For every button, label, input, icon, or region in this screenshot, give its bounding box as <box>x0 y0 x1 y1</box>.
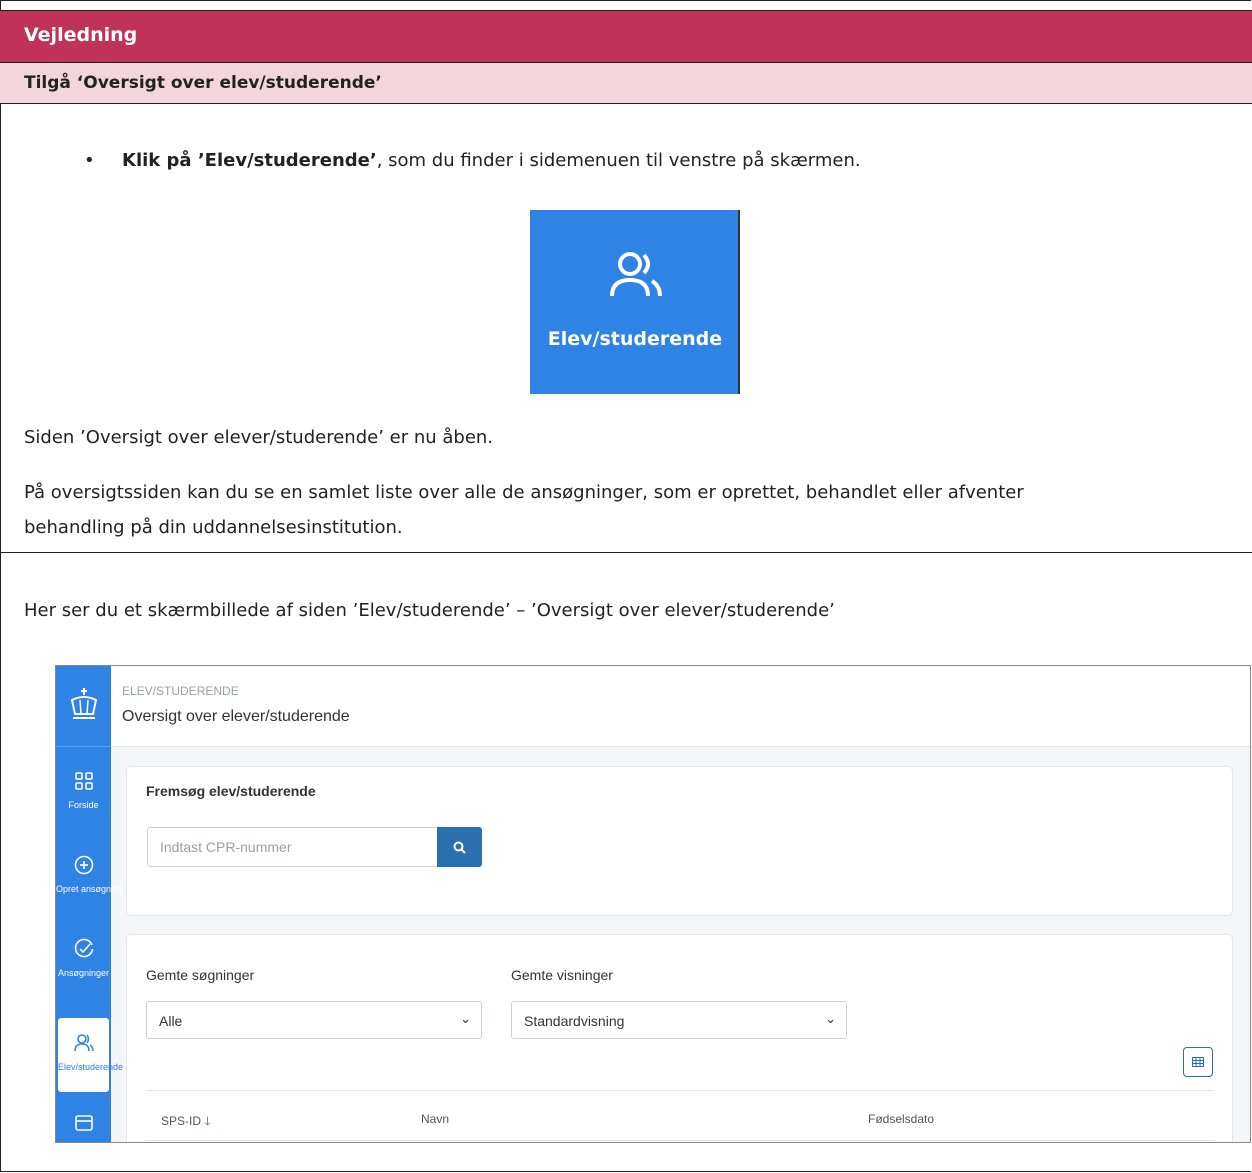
chevron-down-icon: ⌄ <box>460 1011 471 1026</box>
card-icon <box>75 1115 93 1131</box>
elev-studerende-tile: Elev/studerende <box>530 210 740 394</box>
sidebar-item-label: Ansøgninger <box>57 968 110 978</box>
sidebar-logo-area <box>56 666 111 747</box>
subheader-bar: Tilgå ‘Oversigt over elev/studerende’ <box>0 62 1252 104</box>
results-card: Gemte søgninger Alle ⌄ Gemte visninger S… <box>126 934 1233 1142</box>
search-card: Fremsøg elev/studerende Indtast CPR-numm… <box>126 766 1233 916</box>
saved-searches-select[interactable]: Alle ⌄ <box>146 1001 482 1039</box>
check-circle-icon <box>74 938 94 958</box>
header-title: Vejledning <box>24 24 138 46</box>
saved-searches-value: Alle <box>159 1013 183 1029</box>
bullet-marker: • <box>84 150 95 171</box>
cpr-search-input[interactable]: Indtast CPR-nummer <box>147 827 439 867</box>
search-button[interactable] <box>437 827 482 867</box>
users-icon <box>610 252 662 297</box>
column-header-sps-id[interactable]: SPS-ID 🡓 <box>161 1112 211 1133</box>
arrow-down-icon: 🡓 <box>204 1114 211 1128</box>
header-bar: Vejledning <box>0 10 1252 62</box>
saved-views-value: Standardvisning <box>524 1013 625 1029</box>
table-icon <box>1192 1057 1204 1067</box>
sidebar-item-forside[interactable]: Forside <box>56 754 111 834</box>
bullet-bold-text: Klik på ’Elev/studerende’ <box>122 150 377 171</box>
column-header-label: SPS-ID <box>161 1114 202 1128</box>
sidebar-item-elev-studerende[interactable]: Elev/studerende <box>58 1018 124 1092</box>
breadcrumb: ELEV/STUDERENDE <box>122 684 239 698</box>
table-settings-button[interactable] <box>1183 1047 1213 1077</box>
column-header-fodselsdato[interactable]: Fødselsdato <box>868 1112 934 1126</box>
tile-label: Elev/studerende <box>547 328 723 350</box>
bullet-rest-text: , som du finder i sidemenuen til venstre… <box>376 150 861 171</box>
bullet-instruction: Klik på ’Elev/studerende’, som du finder… <box>122 150 861 171</box>
search-card-title: Fremsøg elev/studerende <box>146 783 316 799</box>
table-top-divider <box>146 1090 1214 1091</box>
search-icon <box>453 841 466 854</box>
sidebar-item-label: Opret ansøgning <box>56 884 124 894</box>
grid-icon <box>75 772 93 790</box>
crown-icon <box>70 688 98 719</box>
section-divider <box>0 552 1252 553</box>
sidebar-item-card[interactable] <box>56 1106 111 1142</box>
plus-circle-icon <box>74 855 94 875</box>
table-header-divider <box>146 1140 1214 1141</box>
sidebar-item-ansogninger[interactable]: Ansøgninger <box>56 922 111 1002</box>
subheader-title: Tilgå ‘Oversigt over elev/studerende’ <box>24 73 382 93</box>
paragraph-page-open: Siden ’Oversigt over elever/studerende’ … <box>24 427 494 448</box>
embedded-screenshot: Forside Opret ansøgning Ansøgninger Elev… <box>55 665 1251 1143</box>
sidebar-item-label: Forside <box>68 800 99 810</box>
paragraph-overview-line2: behandling på din uddannelsesinstitution… <box>24 517 403 538</box>
chevron-down-icon: ⌄ <box>825 1011 836 1026</box>
saved-searches-label: Gemte søgninger <box>146 967 255 983</box>
paragraph-screenshot-intro: Her ser du et skærmbillede af siden ’Ele… <box>24 600 835 621</box>
sidebar-item-opret-ansogning[interactable]: Opret ansøgning <box>56 838 124 918</box>
page-title: Oversigt over elever/studerende <box>122 708 350 725</box>
sidebar-item-label: Elev/studerende <box>58 1062 124 1072</box>
saved-views-select[interactable]: Standardvisning ⌄ <box>511 1001 847 1039</box>
column-header-navn[interactable]: Navn <box>421 1112 449 1126</box>
app-topbar: ELEV/STUDERENDE Oversigt over elever/stu… <box>111 666 1250 747</box>
users-icon <box>74 1034 94 1052</box>
saved-views-label: Gemte visninger <box>511 967 613 983</box>
paragraph-overview-line1: På oversigtssiden kan du se en samlet li… <box>24 482 1024 503</box>
